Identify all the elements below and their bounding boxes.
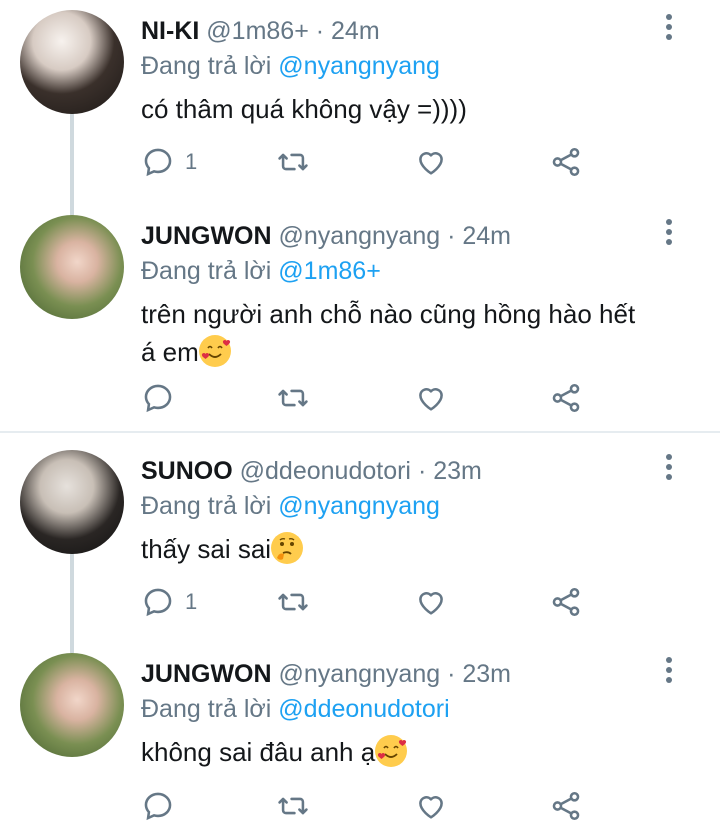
timestamp: · 24m [447,222,511,250]
tweet-text-line: trên người anh chỗ nào cũng hồng hào hết [141,299,636,329]
replying-to-label: Đang trả lời [141,257,272,285]
like-button[interactable] [414,584,448,620]
display-name[interactable]: NI-KI [141,17,199,45]
reply-count: 1 [185,589,198,614]
replying-to-label: Đang trả lời [141,492,272,520]
mention-link[interactable]: @nyangnyang [278,52,440,80]
tweet-sunoo[interactable]: SUNOO @ddeonudotori · 23m Đang trả lời @… [0,440,720,640]
retweet-button[interactable] [276,380,310,416]
user-handle[interactable]: @ddeonudotori [240,457,411,485]
action-bar: 1 [141,144,701,180]
tweet-text: có thâm quá không vậy =)))) [141,94,467,124]
mention-link[interactable]: @ddeonudotori [278,695,449,723]
share-button[interactable] [549,584,583,620]
share-icon [552,791,580,821]
user-handle[interactable]: @nyangnyang [279,222,441,250]
smiling-face-with-hearts-icon [375,735,408,767]
retweet-button[interactable] [276,788,310,824]
retweet-button[interactable] [276,584,310,620]
action-bar: 1 [141,584,701,620]
replying-to: Đang trả lời @nyangnyang [141,51,440,81]
tweet-text-content: không sai đâu anh ạ [141,737,376,767]
more-options-icon[interactable] [666,657,674,687]
reply-button[interactable] [141,788,185,824]
thinking-face-icon [271,532,304,564]
like-button[interactable] [414,380,448,416]
reply-button[interactable]: 1 [141,584,197,620]
share-button[interactable] [549,144,583,180]
avatar[interactable] [20,653,124,757]
share-button[interactable] [549,380,583,416]
user-handle[interactable]: @nyangnyang [279,660,441,688]
smiling-face-with-hearts-icon [198,335,231,367]
tweet-jungwon-1[interactable]: JUNGWON @nyangnyang · 24m Đang trả lời @… [0,205,720,430]
tweet-text: thấy sai sai [141,530,681,568]
divider [0,431,720,433]
like-button[interactable] [414,788,448,824]
reply-button[interactable]: 1 [141,144,197,180]
retweet-button[interactable] [276,144,310,180]
tweet-header: SUNOO @ddeonudotori · 23m [141,456,650,486]
retweet-icon [278,797,308,815]
mention-link[interactable]: @nyangnyang [278,492,440,520]
avatar[interactable] [20,450,124,554]
tweet-text: không sai đâu anh ạ [141,733,681,771]
avatar[interactable] [20,10,124,114]
reply-icon [144,148,172,177]
retweet-icon [278,389,308,407]
mention-link[interactable]: @1m86+ [278,257,381,285]
share-icon [552,147,580,177]
action-bar [141,788,701,824]
retweet-icon [278,593,308,611]
heart-icon [419,388,443,411]
share-icon [552,383,580,413]
like-button[interactable] [414,144,448,180]
tweet-header: JUNGWON @nyangnyang · 24m [141,221,650,251]
heart-icon [419,152,443,175]
reply-count: 1 [185,149,198,174]
tweet-header: JUNGWON @nyangnyang · 23m [141,659,650,689]
tweet-jungwon-2[interactable]: JUNGWON @nyangnyang · 23m Đang trả lời @… [0,643,720,839]
display-name[interactable]: SUNOO [141,457,233,485]
timestamp: · 23m [417,457,482,485]
display-name[interactable]: JUNGWON [141,222,272,250]
reply-icon [144,588,172,617]
reply-icon [144,792,172,821]
more-options-icon[interactable] [666,14,674,44]
timestamp: · 23m [447,660,511,688]
replying-to: Đang trả lời @nyangnyang [141,491,440,521]
tweet-niki[interactable]: NI-KI @1m86+ · 24m Đang trả lời @nyangny… [0,0,720,200]
user-handle[interactable]: @1m86+ [206,17,309,45]
replying-to-label: Đang trả lời [141,695,272,723]
share-icon [552,587,580,617]
share-button[interactable] [549,788,583,824]
action-bar [141,380,701,416]
tweet-text: trên người anh chỗ nào cũng hồng hào hết… [141,295,681,371]
reply-icon [144,384,172,413]
heart-icon [419,592,443,615]
replying-to: Đang trả lời @1m86+ [141,256,381,286]
more-options-icon[interactable] [666,454,674,484]
avatar[interactable] [20,215,124,319]
reply-button[interactable] [141,380,185,416]
display-name[interactable]: JUNGWON [141,660,272,688]
tweet-text-content: thấy sai sai [141,534,272,564]
replying-to-label: Đang trả lời [141,52,272,80]
timestamp: · 24m [315,17,380,45]
tweet-header: NI-KI @1m86+ · 24m [141,16,650,46]
retweet-icon [278,153,308,171]
tweet-text-line: á em [141,337,199,367]
heart-icon [419,796,443,819]
more-options-icon[interactable] [666,219,674,249]
replying-to: Đang trả lời @ddeonudotori [141,694,450,724]
